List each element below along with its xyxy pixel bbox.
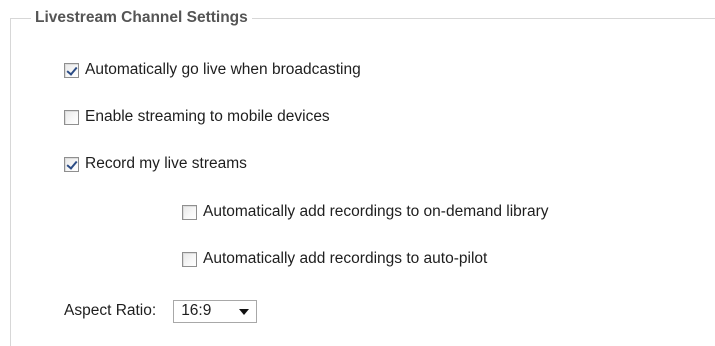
auto-go-live-label: Automatically go live when broadcasting	[85, 61, 361, 78]
aspect-ratio-select[interactable]: 16:9	[173, 299, 258, 323]
mobile-streaming-label: Enable streaming to mobile devices	[85, 108, 330, 125]
add-to-library-label: Automatically add recordings to on-deman…	[203, 203, 549, 220]
add-to-autopilot-option[interactable]: Automatically add recordings to auto-pil…	[182, 248, 487, 270]
record-streams-checkbox[interactable]	[64, 156, 79, 172]
add-to-autopilot-label: Automatically add recordings to auto-pil…	[203, 250, 488, 267]
auto-go-live-option[interactable]: Automatically go live when broadcasting	[64, 59, 361, 81]
record-streams-label: Record my live streams	[85, 155, 247, 172]
settings-page: Livestream Channel Settings Automaticall…	[0, 0, 715, 346]
auto-go-live-checkbox[interactable]	[64, 62, 79, 78]
fieldset-border-left	[10, 18, 11, 346]
mobile-streaming-checkbox[interactable]	[64, 109, 79, 125]
aspect-ratio-value: 16:9	[181, 302, 212, 319]
mobile-streaming-option[interactable]: Enable streaming to mobile devices	[64, 106, 330, 128]
add-to-library-option[interactable]: Automatically add recordings to on-deman…	[182, 201, 548, 223]
add-to-library-checkbox[interactable]	[182, 204, 197, 220]
aspect-ratio-label: Aspect Ratio:	[64, 302, 157, 319]
aspect-ratio-row: Aspect Ratio: 16:9	[64, 299, 258, 323]
record-streams-option[interactable]: Record my live streams	[64, 153, 247, 175]
chevron-down-icon	[239, 309, 250, 315]
section-title: Livestream Channel Settings	[31, 8, 252, 28]
add-to-autopilot-checkbox[interactable]	[182, 251, 197, 267]
